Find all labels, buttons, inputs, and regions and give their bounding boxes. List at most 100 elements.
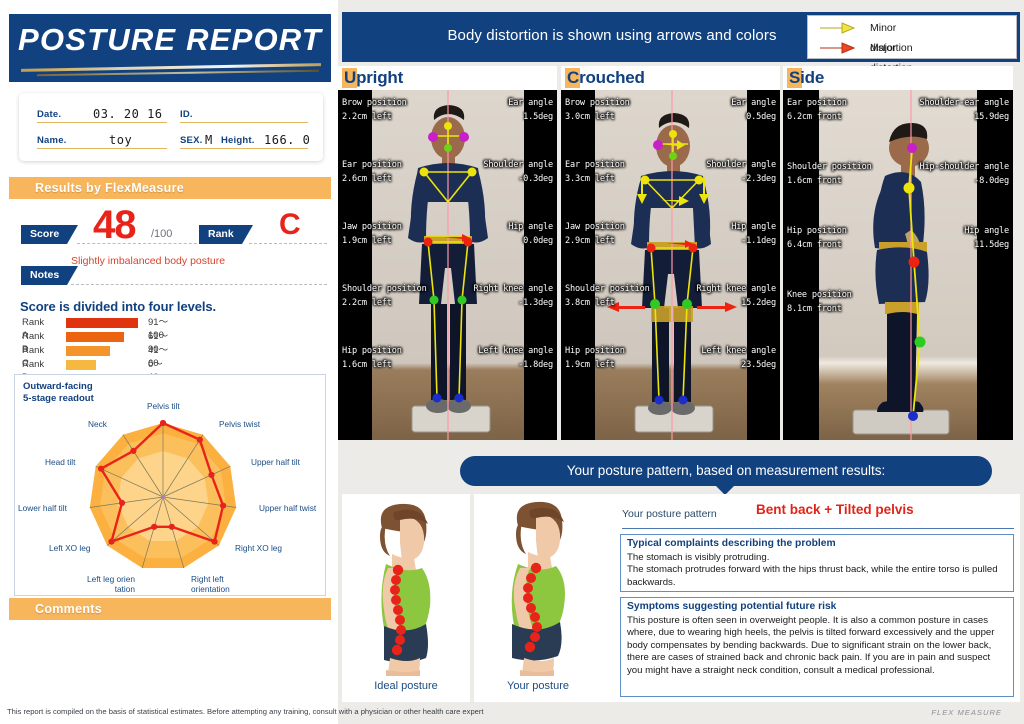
height-value[interactable]: 166. 0	[264, 133, 310, 147]
sex-value[interactable]: M	[205, 133, 213, 147]
measurement-label: Shoulder position	[342, 284, 427, 294]
pattern-value: Bent back + Tilted pelvis	[756, 502, 914, 517]
measurement-label: Brow position	[342, 98, 407, 108]
legend-row-minor: Minor distortion	[818, 18, 913, 54]
panel-photo: Brow position 3.0cm left Ear position 3.3cm…	[561, 90, 780, 440]
measurement-value: 23.5deg	[741, 360, 776, 370]
posture-report-page: POSTURE REPORT Date. 03. 20 16 ID. Name.…	[0, 0, 1024, 724]
measurement-label: Left knee angle	[478, 346, 553, 356]
patient-row-name: Name. toy SEX. M Height. 166. 0	[19, 125, 323, 149]
measurement-label: Hip angle	[731, 222, 776, 232]
name-underline	[37, 148, 167, 149]
measurement-value: -0.3deg	[518, 174, 553, 184]
measurement-label: Shoulder position	[787, 162, 872, 172]
radar-axis-label: Head tilt	[45, 457, 76, 467]
id-underline	[180, 122, 308, 123]
ideal-posture-card: Ideal posture	[342, 494, 470, 702]
measurement-label: Ear angle	[508, 98, 553, 108]
measurement-value: 1.5deg	[523, 112, 553, 122]
panel-title: Upright	[344, 68, 404, 87]
measurement-value: 2.2cm left	[342, 298, 392, 308]
panel-header: Crouched	[561, 66, 780, 90]
radar-axis-label: Left XO leg	[49, 543, 91, 553]
radar-axis-label: Upper half tilt	[251, 457, 300, 467]
rank-tag: Rank	[199, 225, 253, 244]
measurement-label: Hip angle	[508, 222, 553, 232]
complaints-body: The stomach is visibly protruding. The st…	[627, 552, 998, 588]
measurement-panel-side: Side Ear position 6.2cm front Shoulder p…	[783, 66, 1013, 440]
pattern-divider	[622, 528, 1014, 529]
distortion-banner-text: Body distortion is shown using arrows an…	[447, 27, 777, 44]
radar-axis-label: Lower half tilt	[18, 503, 67, 513]
right-column: Body distortion is shown using arrows an…	[338, 0, 1024, 724]
sex-label: SEX.	[180, 135, 203, 146]
patient-info-card: Date. 03. 20 16 ID. Name. toy SEX. M Hei…	[19, 93, 323, 161]
patient-row-date: Date. 03. 20 16 ID.	[19, 99, 323, 123]
measurement-label: Jaw position	[342, 222, 402, 232]
rank-row-bar	[66, 360, 96, 370]
measurement-value: 8.1cm front	[787, 304, 842, 314]
panel-header: Upright	[338, 66, 557, 90]
measurement-value: 3.8cm left	[565, 298, 615, 308]
comments-section-header: Comments	[9, 598, 331, 620]
radar-axis-label: Pelvis tilt	[147, 401, 180, 411]
measurement-label: Right knee angle	[696, 284, 776, 294]
score-value: 48	[93, 203, 136, 247]
measurement-value: 1.9cm left	[342, 236, 392, 246]
risk-body: This posture is often seen in overweight…	[627, 615, 995, 676]
name-label: Name.	[37, 135, 67, 146]
date-label: Date.	[37, 109, 62, 120]
name-value[interactable]: toy	[109, 133, 132, 147]
notes-value: Slightly imbalanced body posture	[71, 255, 226, 267]
panel-header: Side	[783, 66, 1013, 90]
measurement-label: Knee position	[787, 290, 852, 300]
measurement-label: Hip position	[342, 346, 402, 356]
radar-axis-label: Pelvis twist	[219, 419, 261, 429]
measurement-panel-crouched: Crouched Brow position 3.0cm left Ear po…	[561, 66, 780, 440]
measurement-value: 1.6cm left	[342, 360, 392, 370]
risk-title: Symptoms suggesting potential future ris…	[627, 601, 837, 612]
measurement-value: 3.3cm left	[565, 174, 615, 184]
measurement-label: Hip-shoulder angle	[919, 162, 1009, 172]
measurement-panel-upright: Upright Brow position 2.2cm left Ear pos…	[338, 66, 557, 440]
measurement-value: 11.5deg	[974, 240, 1009, 250]
measurement-label: Ear angle	[731, 98, 776, 108]
height-underline	[180, 148, 308, 149]
measurement-value: 2.6cm left	[342, 174, 392, 184]
comments-body[interactable]	[9, 620, 331, 702]
risk-box: Symptoms suggesting potential future ris…	[620, 597, 1014, 697]
measurement-label: Left knee angle	[701, 346, 776, 356]
measurement-label: Shoulder angle	[483, 160, 553, 170]
measurement-value: -8.0deg	[974, 176, 1009, 186]
measurement-label: Ear position	[565, 160, 625, 170]
score-tag: Score	[21, 225, 79, 244]
measurement-value: 6.2cm front	[787, 112, 842, 122]
measurement-label: Right knee angle	[473, 284, 553, 294]
radar-axis-label: Right left orientation	[191, 574, 230, 594]
pattern-banner: Your posture pattern, based on measureme…	[460, 456, 992, 495]
your-posture-figure-icon	[511, 501, 565, 676]
measurement-value: 1.9cm left	[565, 360, 615, 370]
levels-title: Score is divided into four levels.	[20, 299, 216, 314]
complaints-box: Typical complaints describing the proble…	[620, 534, 1014, 592]
distortion-legend: Minor distortion Major distortion	[807, 15, 1017, 74]
id-label: ID.	[180, 109, 193, 120]
measurement-label: Ear position	[787, 98, 847, 108]
ideal-posture-figure-icon	[380, 503, 431, 676]
minor-distortion-arrow-icon	[820, 22, 856, 34]
notes-dash-line	[71, 284, 327, 285]
measurement-label: Shoulder-ear angle	[919, 98, 1009, 108]
date-value[interactable]: 03. 20 16	[93, 107, 163, 121]
panel-photo: Ear position 6.2cm front Shoulder position…	[783, 90, 1013, 440]
measurement-label: Ear position	[342, 160, 402, 170]
radar-chart-panel: Outward-facing 5-stage readout Pelvis ti…	[14, 374, 326, 596]
results-block: Score 48 /100 Rank C Notes Slightly imba…	[9, 200, 331, 292]
results-section-header: Results by FlexMeasure	[9, 177, 331, 199]
report-title-banner: POSTURE REPORT	[9, 14, 331, 82]
height-label: Height.	[221, 135, 255, 146]
measurement-value: 0.5deg	[746, 112, 776, 122]
pattern-label: Your posture pattern	[622, 508, 717, 520]
rank-row-bar	[66, 332, 124, 342]
page-title: POSTURE REPORT	[18, 22, 322, 57]
ideal-posture-label: Ideal posture	[374, 680, 438, 692]
